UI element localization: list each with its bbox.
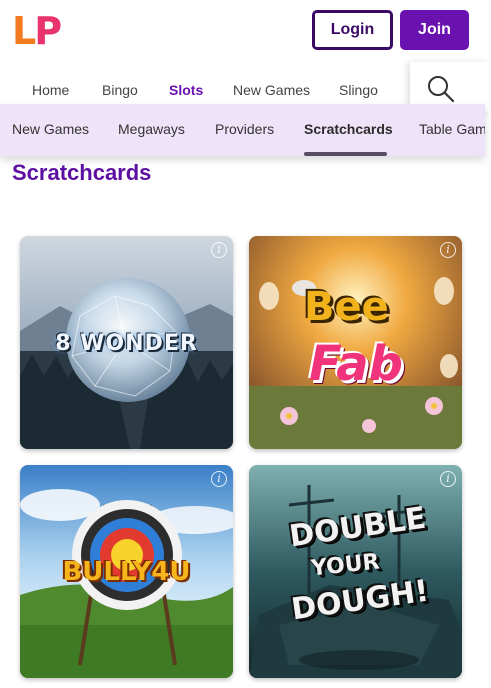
login-button[interactable]: Login	[312, 10, 393, 50]
page-title: Scratchcards	[12, 160, 152, 185]
game-tile-8-wonder[interactable]: 8 WONDER i	[20, 236, 233, 449]
active-tab-indicator	[304, 152, 387, 156]
site-header: LP Login Join	[0, 0, 491, 62]
info-icon[interactable]: i	[211, 471, 227, 487]
nav-item-slots[interactable]: Slots	[169, 82, 203, 98]
site-logo[interactable]: LP	[12, 8, 62, 54]
main-nav: Home Bingo Slots New Games Slingo	[0, 62, 410, 104]
info-icon[interactable]: i	[211, 242, 227, 258]
subnav-item-megaways[interactable]: Megaways	[118, 121, 185, 137]
game-title-line-2: Fab	[309, 336, 404, 392]
subnav-item-new-games[interactable]: New Games	[12, 121, 89, 137]
logo-letter-p: P	[34, 9, 62, 53]
nav-item-new-games[interactable]: New Games	[233, 82, 310, 98]
subnav-item-providers[interactable]: Providers	[215, 121, 274, 137]
logo-letter-l: L	[12, 9, 36, 53]
info-icon[interactable]: i	[440, 242, 456, 258]
nav-item-home[interactable]: Home	[32, 82, 69, 98]
game-tile-bully4u[interactable]: BULLY4U i	[20, 465, 233, 678]
nav-item-slingo[interactable]: Slingo	[339, 82, 378, 98]
nav-item-bingo[interactable]: Bingo	[102, 82, 138, 98]
game-title: BULLY4U	[62, 557, 191, 587]
game-title-line-1: Bee	[304, 284, 389, 330]
subnav-item-table-games[interactable]: Table Games	[419, 121, 485, 137]
game-title: 8 WONDER	[55, 331, 198, 356]
info-icon[interactable]: i	[440, 471, 456, 487]
subnav-item-scratchcards[interactable]: Scratchcards	[304, 121, 393, 137]
search-icon	[428, 76, 455, 103]
game-tile-double-your-dough[interactable]: DOUBLE YOUR DOUGH! i	[249, 465, 462, 678]
join-button[interactable]: Join	[400, 10, 469, 50]
sub-nav: New Games Megaways Providers Scratchcard…	[0, 104, 485, 156]
game-tile-bee-fab[interactable]: Bee Fab i	[249, 236, 462, 449]
